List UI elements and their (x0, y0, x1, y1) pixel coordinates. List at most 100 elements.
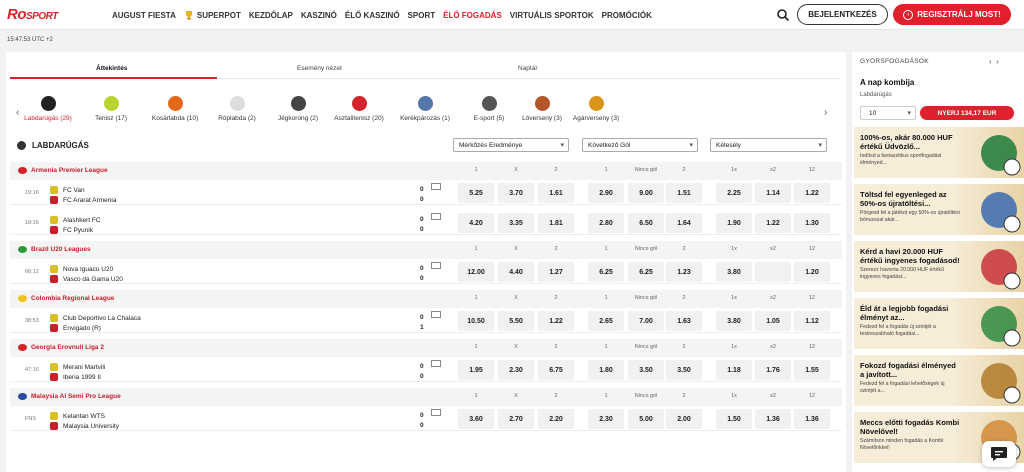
odds-button[interactable]: 1.50 (716, 409, 752, 429)
odds-button[interactable]: 1.61 (538, 183, 574, 203)
sport-item-ice-hockey[interactable]: Jégkorong (2) (263, 96, 333, 122)
home-team[interactable]: Nova Iguacu U20 (50, 265, 113, 273)
odds-button[interactable]: 1.51 (666, 183, 702, 203)
odds-button[interactable]: 3.50 (666, 360, 702, 380)
odds-button[interactable]: 1.22 (794, 183, 830, 203)
odds-button[interactable]: 1.18 (716, 360, 752, 380)
stats-icon[interactable] (431, 213, 441, 220)
nav-sport[interactable]: SPORT (408, 11, 436, 20)
league-header[interactable]: Brazil U20 Leagues 1 X 2 1 Nincs gól 2 1x x2 12 (10, 241, 842, 259)
league-name[interactable]: Brazil U20 Leagues (31, 246, 91, 253)
nav-kezdolap[interactable]: KEZDŐLAP (249, 11, 293, 20)
odds-button[interactable]: 3.50 (628, 360, 664, 380)
odds-button[interactable]: 1.22 (538, 311, 574, 331)
odds-button[interactable]: 3.80 (716, 311, 752, 331)
league-name[interactable]: Malaysia Al Semi Pro League (31, 393, 121, 400)
stats-icon[interactable] (431, 262, 441, 269)
odds-button[interactable]: 5.25 (458, 183, 494, 203)
away-team[interactable]: FC Pyunik (50, 226, 93, 234)
promo-card[interactable]: Fokozd fogadási élményed a javított... Fe… (854, 355, 1024, 407)
away-team[interactable]: Envigado (R) (50, 324, 101, 332)
odds-button[interactable] (755, 262, 791, 282)
odds-button[interactable]: 2.90 (588, 183, 624, 203)
league-name[interactable]: Colombia Regional League (31, 295, 114, 302)
away-team[interactable]: Malaysia University (50, 422, 119, 430)
odds-button[interactable]: 6.75 (538, 360, 574, 380)
match-row[interactable]: 38:53 Club Deportivo La Chalaca Envigado (… (10, 309, 842, 333)
odds-button[interactable]: 9.00 (628, 183, 664, 203)
odds-button[interactable]: 12.00 (458, 262, 494, 282)
logo[interactable]: RoSPORT (7, 6, 58, 23)
carousel-right-icon[interactable]: › (824, 107, 827, 118)
tab-attekintes[interactable]: Áttekintés (96, 65, 127, 72)
promo-card[interactable]: 100%-os, akár 80.000 HUF értékű Üdvözlő.… (854, 127, 1024, 179)
odds-button[interactable]: 1.20 (794, 262, 830, 282)
stats-icon[interactable] (431, 311, 441, 318)
odds-button[interactable]: 3.60 (458, 409, 494, 429)
market-select-2[interactable]: Következő Gól (582, 138, 698, 152)
odds-button[interactable]: 2.70 (498, 409, 534, 429)
home-team[interactable]: Kelantan WTS (50, 412, 105, 420)
odds-button[interactable]: 1.27 (538, 262, 574, 282)
odds-button[interactable]: 7.00 (628, 311, 664, 331)
match-row[interactable]: 47:16 Merani Martvili Iberia 1999 II 0 0 1.95… (10, 358, 842, 382)
nav-elo-fogadas[interactable]: ÉLŐ FOGADÁS (443, 11, 502, 20)
odds-button[interactable]: 1.95 (458, 360, 494, 380)
login-button[interactable]: BEJELENTKEZÉS (797, 4, 888, 25)
stats-icon[interactable] (431, 183, 441, 190)
odds-button[interactable]: 1.36 (755, 409, 791, 429)
sidebar-nav-arrows[interactable]: ‹ › (989, 57, 999, 66)
match-row[interactable]: 18:16 Alashkert FC FC Pyunik 0 0 4.20 3.35 1.81… (10, 211, 842, 235)
market-select-1[interactable]: Mérkőzés Eredménye (453, 138, 569, 152)
odds-button[interactable]: 2.30 (498, 360, 534, 380)
nav-superpot[interactable]: SUPERPOT (184, 10, 241, 20)
odds-button[interactable]: 1.80 (588, 360, 624, 380)
nav-promociok[interactable]: PROMÓCIÓK (602, 11, 652, 20)
home-team[interactable]: Club Deportivo La Chalaca (50, 314, 141, 322)
odds-button[interactable]: 1.81 (538, 213, 574, 233)
home-team[interactable]: Alashkert FC (50, 216, 101, 224)
nav-kaszino[interactable]: KASZINÓ (301, 11, 337, 20)
promo-card[interactable]: Kérd a havi 20.000 HUF értékű ingyenes f… (854, 241, 1024, 293)
stats-icon[interactable] (431, 360, 441, 367)
odds-button[interactable]: 1.23 (666, 262, 702, 282)
nav-elo-kaszino[interactable]: ÉLŐ KASZINÓ (345, 11, 400, 20)
odds-button[interactable]: 2.20 (538, 409, 574, 429)
odds-button[interactable]: 5.00 (628, 409, 664, 429)
odds-button[interactable]: 1.30 (794, 213, 830, 233)
odds-button[interactable]: 1.12 (794, 311, 830, 331)
odds-button[interactable]: 4.20 (458, 213, 494, 233)
odds-button[interactable]: 2.80 (588, 213, 624, 233)
promo-card[interactable]: Töltsd fel egyenleged az 50%-os újratölt… (854, 184, 1024, 236)
nav-virtualis-sportok[interactable]: VIRTUÁLIS SPORTOK (510, 11, 594, 20)
tab-esemeny-nezet[interactable]: Esemény nézet (297, 65, 342, 72)
tab-naptar[interactable]: Naptár (518, 65, 538, 72)
odds-button[interactable]: 3.35 (498, 213, 534, 233)
league-header[interactable]: Georgia Erovnuli Liga 2 1 X 2 1 Nincs gól 2 1x x… (10, 339, 842, 357)
odds-button[interactable]: 1.55 (794, 360, 830, 380)
sport-item-cycling[interactable]: Kerékpározás (1) (390, 96, 460, 122)
odds-button[interactable]: 3.80 (716, 262, 752, 282)
match-row[interactable]: FNS Kelantan WTS Malaysia University 0 0 3.60… (10, 407, 842, 431)
stake-select[interactable]: 10 (860, 106, 916, 120)
odds-button[interactable]: 6.25 (588, 262, 624, 282)
market-select-3[interactable]: Kétesély (710, 138, 827, 152)
league-header[interactable]: Armenia Premier League 1 X 2 1 Nincs gól 2 1x x2… (10, 162, 842, 180)
sport-item-greyhound[interactable]: Agárverseny (3) (561, 96, 631, 122)
odds-button[interactable]: 2.65 (588, 311, 624, 331)
home-team[interactable]: FC Van (50, 186, 85, 194)
odds-button[interactable]: 3.70 (498, 183, 534, 203)
odds-button[interactable]: 1.64 (666, 213, 702, 233)
stats-icon[interactable] (431, 409, 441, 416)
nav-august-fiesta[interactable]: AUGUST FIESTA (112, 11, 176, 20)
sport-item-tennis[interactable]: Tenisz (17) (76, 96, 146, 122)
odds-button[interactable]: 6.50 (628, 213, 664, 233)
odds-button[interactable]: 6.25 (628, 262, 664, 282)
odds-button[interactable]: 1.22 (755, 213, 791, 233)
odds-button[interactable]: 2.00 (666, 409, 702, 429)
odds-button[interactable]: 1.76 (755, 360, 791, 380)
odds-button[interactable]: 1.14 (755, 183, 791, 203)
odds-button[interactable]: 2.30 (588, 409, 624, 429)
odds-button[interactable]: 5.50 (498, 311, 534, 331)
match-row[interactable]: 19:16 FC Van FC Ararat Armenia 0 0 5.25 3.70 1.… (10, 181, 842, 205)
